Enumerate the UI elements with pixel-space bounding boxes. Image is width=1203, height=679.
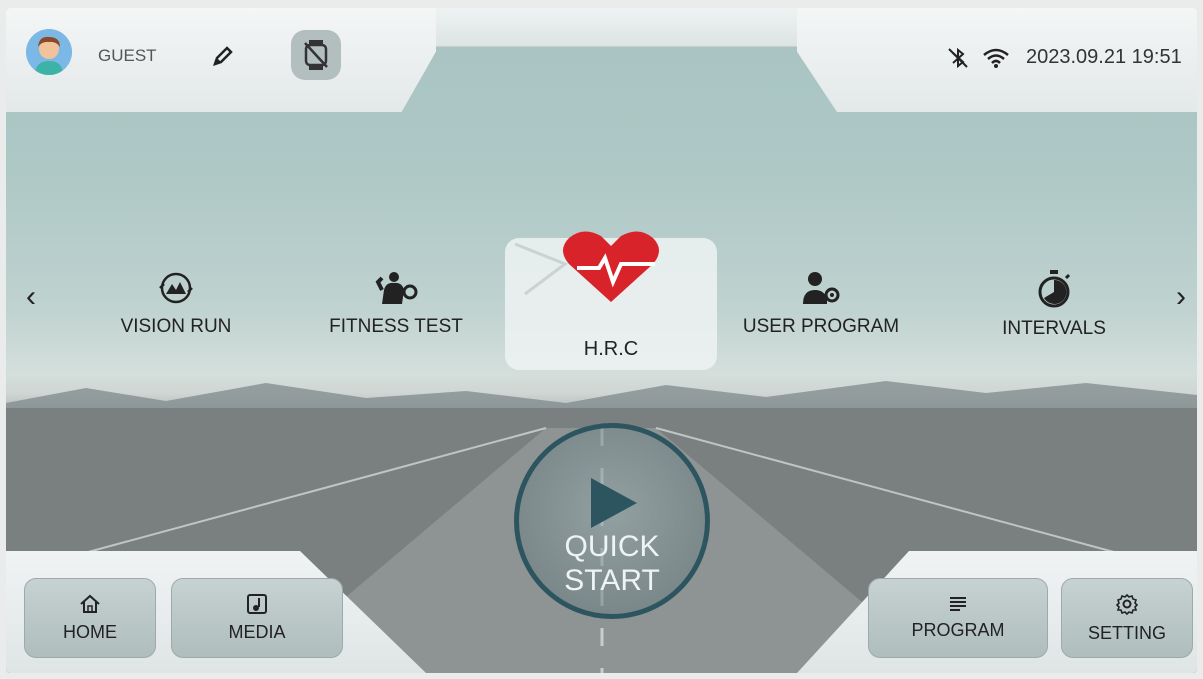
program-vision-run[interactable]: VISION RUN bbox=[86, 270, 266, 338]
user-name: GUEST bbox=[98, 46, 157, 65]
smartwatch-disconnected-button[interactable] bbox=[291, 30, 341, 80]
setting-label: SETTING bbox=[1087, 622, 1166, 643]
quick-start-button[interactable]: QUICK START bbox=[514, 423, 710, 619]
wifi-icon bbox=[983, 48, 1009, 68]
program-label: FITNESS TEST bbox=[329, 316, 463, 337]
home-label: HOME bbox=[63, 621, 117, 642]
pencil-icon[interactable] bbox=[211, 44, 235, 68]
bluetooth-off-icon bbox=[948, 47, 968, 69]
top-bar-center bbox=[426, 8, 806, 47]
program-label: INTERVALS bbox=[1002, 318, 1106, 339]
list-icon bbox=[950, 596, 966, 611]
vision-run-icon bbox=[159, 272, 193, 304]
avatar[interactable] bbox=[26, 29, 72, 75]
gear-icon bbox=[1116, 593, 1138, 615]
program-hrc[interactable]: H.R.C bbox=[505, 231, 717, 370]
program-user-program[interactable]: USER PROGRAM bbox=[731, 270, 911, 338]
program-intervals[interactable]: INTERVALS bbox=[964, 270, 1144, 340]
date-time: 2023.09.21 19:51 bbox=[1026, 46, 1182, 68]
user-program-icon bbox=[803, 272, 840, 304]
media-button[interactable]: MEDIA bbox=[171, 578, 343, 658]
program-label: USER PROGRAM bbox=[742, 316, 900, 337]
program-label: PROGRAM bbox=[911, 619, 1005, 640]
stopwatch-icon bbox=[1038, 270, 1071, 308]
home-button[interactable]: HOME bbox=[24, 578, 156, 658]
watch-off-icon bbox=[304, 40, 328, 70]
program-label: VISION RUN bbox=[120, 316, 232, 337]
media-label: MEDIA bbox=[228, 621, 286, 642]
program-label: H.R.C bbox=[583, 338, 639, 360]
carousel-next-button[interactable]: › bbox=[1176, 280, 1186, 314]
music-note-icon bbox=[247, 593, 267, 614]
quick-start-label: QUICK START bbox=[564, 530, 660, 597]
carousel-prev-button[interactable]: ‹ bbox=[26, 280, 36, 314]
fitness-test-icon bbox=[375, 272, 418, 304]
program-fitness-test[interactable]: FITNESS TEST bbox=[306, 270, 486, 338]
play-icon bbox=[591, 478, 637, 528]
program-button[interactable]: PROGRAM bbox=[868, 578, 1048, 658]
home-icon bbox=[80, 594, 100, 613]
heart-rate-icon bbox=[514, 231, 659, 302]
setting-button[interactable]: SETTING bbox=[1061, 578, 1193, 658]
app-screen: GUEST 2023.09.21 19:51 ‹ › VISION RUN FI… bbox=[6, 8, 1197, 673]
